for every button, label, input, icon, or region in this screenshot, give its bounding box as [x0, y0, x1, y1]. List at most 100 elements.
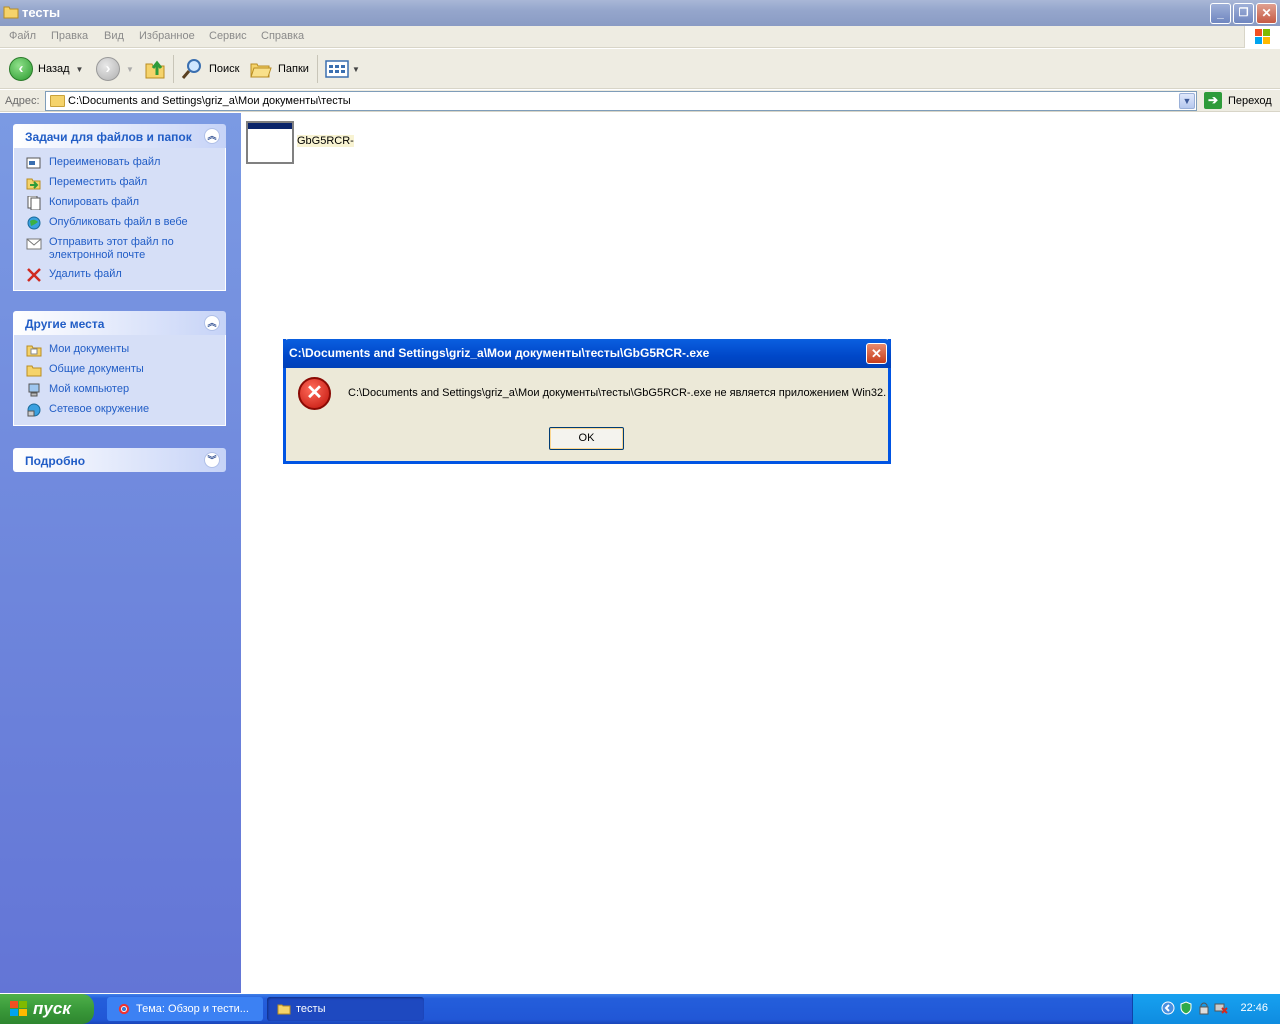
go-button[interactable]: ➔ Переход: [1204, 92, 1272, 109]
file-tasks-title: Задачи для файлов и папок: [25, 130, 192, 144]
security-shield-icon[interactable]: [1179, 1001, 1193, 1015]
up-folder-button[interactable]: [144, 56, 166, 82]
menu-help[interactable]: Справка: [261, 30, 304, 42]
forward-arrow-icon: ›: [96, 57, 120, 81]
folders-icon: [250, 63, 272, 78]
back-button[interactable]: ‹ Назад ▼: [9, 56, 83, 82]
address-value: C:\Documents and Settings\griz_a\Мои док…: [68, 95, 351, 107]
task-move[interactable]: Переместить файл: [26, 176, 225, 190]
window-titlebar[interactable]: тесты _ ❐ ✕: [0, 0, 1280, 26]
file-tasks-header[interactable]: Задачи для файлов и папок ︽: [13, 124, 226, 148]
folders-button[interactable]: Папки: [249, 56, 309, 82]
menu-file[interactable]: Файл: [9, 30, 36, 42]
dialog-close-button[interactable]: ✕: [866, 343, 887, 364]
taskbar-item-label: тесты: [296, 1003, 326, 1015]
folder-icon: [50, 95, 65, 107]
menu-tools[interactable]: Сервис: [209, 30, 247, 42]
show-hidden-icons-icon[interactable]: [1161, 1001, 1175, 1015]
chrome-icon: [118, 1003, 130, 1015]
address-input[interactable]: C:\Documents and Settings\griz_a\Мои док…: [45, 91, 1197, 111]
back-label: Назад: [38, 63, 70, 75]
taskbar: пуск Тема: Обзор и тести... тесты RU 22:…: [0, 994, 1280, 1024]
details-header[interactable]: Подробно ︾: [13, 448, 226, 472]
forward-dropdown-icon[interactable]: ▼: [126, 65, 134, 74]
menu-favorites[interactable]: Избранное: [139, 30, 195, 42]
collapse-icon[interactable]: ︽: [204, 128, 220, 144]
place-network[interactable]: Сетевое окружение: [26, 403, 225, 417]
task-label: Удалить файл: [49, 268, 122, 280]
task-copy[interactable]: Копировать файл: [26, 196, 225, 210]
address-dropdown-icon[interactable]: ▼: [1179, 93, 1195, 109]
delete-icon: [27, 268, 41, 282]
windows-logo-icon: [1244, 26, 1280, 48]
task-rename[interactable]: Переименовать файл: [26, 156, 225, 170]
details-title: Подробно: [25, 454, 86, 468]
task-publish[interactable]: Опубликовать файл в вебе: [26, 216, 225, 230]
toolbar: ‹ Назад ▼ › ▼ Поиск Папки ▼: [0, 49, 1280, 89]
task-label: Переместить файл: [49, 176, 148, 188]
up-folder-icon: [145, 60, 165, 79]
search-button[interactable]: Поиск: [180, 56, 239, 82]
file-tasks-group: Задачи для файлов и папок ︽ Переименоват…: [13, 124, 226, 291]
place-my-computer[interactable]: Мой компьютер: [26, 383, 225, 397]
views-button[interactable]: ▼: [325, 56, 360, 82]
task-label: Отправить этот файл по электронной почте: [49, 236, 174, 261]
move-icon: [26, 178, 41, 190]
search-icon: [181, 59, 201, 79]
error-icon: ✕: [298, 377, 331, 410]
task-label: Переименовать файл: [49, 156, 161, 168]
menu-bar: Файл Правка Вид Избранное Сервис Справка: [0, 26, 1280, 48]
go-label: Переход: [1228, 94, 1272, 107]
collapse-icon[interactable]: ︽: [204, 315, 220, 331]
task-delete[interactable]: Удалить файл: [26, 268, 225, 282]
application-icon: [246, 121, 294, 164]
back-dropdown-icon[interactable]: ▼: [76, 65, 84, 74]
search-label: Поиск: [209, 63, 240, 75]
back-arrow-icon: ‹: [9, 57, 33, 81]
go-arrow-icon: ➔: [1204, 92, 1222, 109]
lock-icon[interactable]: [1197, 1001, 1211, 1015]
folders-label: Папки: [278, 63, 309, 75]
clock: 22:46: [1240, 1002, 1268, 1014]
task-label: Копировать файл: [49, 196, 140, 208]
place-label: Мой компьютер: [49, 383, 130, 395]
minimize-button[interactable]: _: [1210, 3, 1231, 24]
task-email[interactable]: Отправить этот файл по электронной почте: [26, 236, 225, 262]
taskbar-item-explorer[interactable]: тесты: [267, 997, 424, 1021]
close-button[interactable]: ✕: [1256, 3, 1277, 24]
network-icon: [27, 403, 41, 417]
views-dropdown-icon[interactable]: ▼: [352, 65, 360, 74]
taskbar-item-browser[interactable]: Тема: Обзор и тести...: [107, 997, 263, 1021]
other-places-header[interactable]: Другие места ︽: [13, 311, 226, 335]
menu-edit[interactable]: Правка: [51, 30, 88, 42]
network-disconnected-icon[interactable]: [1214, 1001, 1228, 1015]
other-places-title: Другие места: [25, 317, 105, 331]
folder-icon: [277, 1004, 291, 1015]
place-shared-documents[interactable]: Общие документы: [26, 363, 225, 377]
dialog-titlebar[interactable]: C:\Documents and Settings\griz_a\Мои док…: [283, 339, 891, 368]
file-name: GbG5RCR-: [297, 135, 354, 147]
place-my-documents[interactable]: Мои документы: [26, 343, 225, 357]
place-label: Общие документы: [49, 363, 144, 375]
dialog-title: C:\Documents and Settings\griz_a\Мои док…: [289, 346, 710, 360]
publish-icon: [27, 216, 41, 230]
maximize-button[interactable]: ❐: [1233, 3, 1254, 24]
window-title: тесты: [22, 5, 61, 20]
menu-view[interactable]: Вид: [104, 30, 124, 42]
my-documents-icon: [26, 345, 42, 357]
details-group: Подробно ︾: [13, 448, 226, 472]
folder-icon: [3, 6, 19, 19]
taskbar-item-label: Тема: Обзор и тести...: [136, 1003, 249, 1015]
start-button[interactable]: пуск: [0, 994, 94, 1024]
place-label: Мои документы: [49, 343, 130, 355]
error-dialog: C:\Documents and Settings\griz_a\Мои док…: [283, 339, 891, 464]
dialog-message: C:\Documents and Settings\griz_a\Мои док…: [348, 387, 887, 399]
my-computer-icon: [28, 383, 40, 397]
address-label: Адрес:: [5, 95, 40, 107]
system-tray: 22:46: [1132, 994, 1280, 1024]
shared-documents-icon: [26, 365, 42, 377]
expand-icon[interactable]: ︾: [204, 452, 220, 468]
ok-button[interactable]: OK: [549, 427, 624, 450]
email-icon: [26, 238, 42, 250]
forward-button[interactable]: › ▼: [96, 56, 134, 82]
